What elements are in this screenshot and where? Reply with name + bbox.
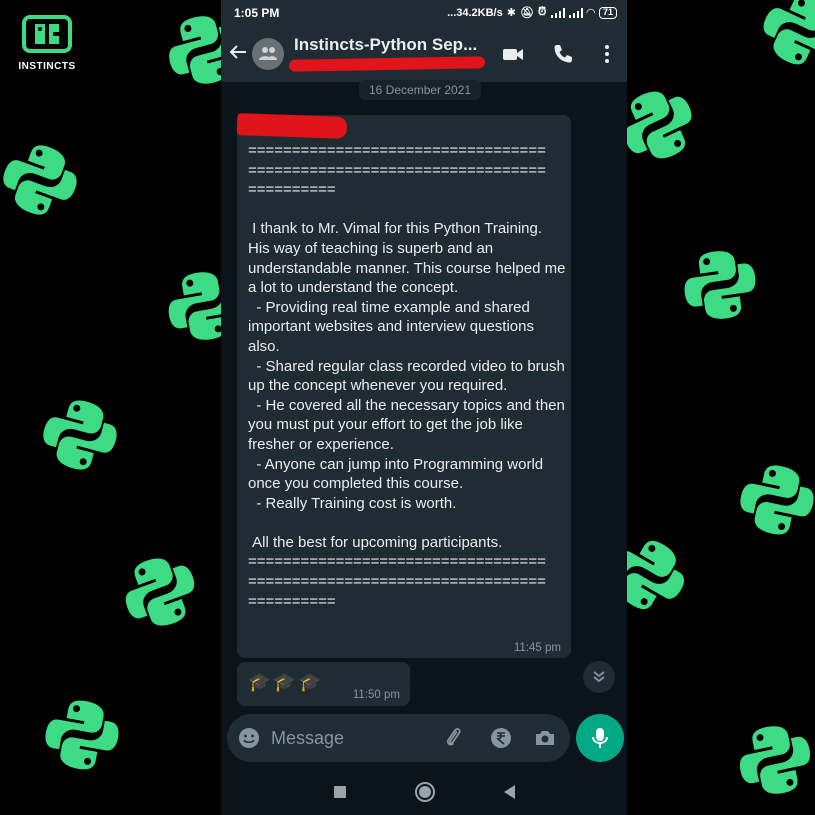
group-avatar[interactable] — [252, 38, 284, 70]
square-icon — [334, 786, 346, 798]
group-icon — [259, 47, 277, 60]
status-bar: 1:05 PM ...34.2KB/s ✱ 🔕︎ ⏰︎ ◠ 71 — [221, 0, 627, 26]
phone-screen: 1:05 PM ...34.2KB/s ✱ 🔕︎ ⏰︎ ◠ 71 Instinc… — [221, 0, 627, 815]
camera-icon — [536, 731, 554, 745]
status-icons: ...34.2KB/s ✱ 🔕︎ ⏰︎ ◠ 71 — [447, 6, 617, 19]
status-time: 1:05 PM — [234, 6, 280, 20]
mic-icon — [592, 728, 608, 748]
battery-icon: 71 — [598, 6, 617, 19]
redaction-mark — [288, 56, 486, 72]
triangle-back-icon — [504, 785, 515, 799]
videocam-icon — [503, 49, 523, 60]
date-divider: 16 December 2021 — [359, 80, 482, 100]
paperclip-icon — [446, 728, 461, 746]
signal-icon — [550, 7, 565, 18]
chat-title[interactable]: Instincts-Python Sep... — [294, 35, 477, 55]
python-logo-icon — [675, 240, 765, 330]
message-input[interactable] — [271, 724, 431, 752]
camera-button[interactable] — [533, 726, 557, 750]
emoji-button[interactable] — [237, 726, 261, 750]
scroll-to-bottom-button[interactable] — [583, 661, 615, 693]
emoji-icon — [239, 728, 259, 748]
python-logo-icon — [730, 453, 815, 548]
network-speed: ...34.2KB/s — [447, 6, 503, 19]
chat-header: Instincts-Python Sep... — [221, 26, 627, 82]
recents-button[interactable] — [328, 780, 352, 804]
wifi-icon: ◠ — [586, 7, 595, 19]
python-logo-icon — [31, 386, 129, 484]
system-back-button[interactable] — [498, 780, 522, 804]
message-composer — [227, 714, 570, 762]
rupee-icon — [491, 728, 511, 748]
payment-button[interactable] — [489, 726, 513, 750]
more-options-button[interactable] — [595, 42, 619, 66]
bluetooth-icon: ✱ — [506, 7, 516, 19]
phone-icon — [554, 45, 572, 63]
brand-name: INSTINCTS — [18, 61, 76, 72]
voice-call-button[interactable] — [551, 42, 575, 66]
double-chevron-down-icon — [593, 671, 605, 683]
message-time: 11:50 pm — [352, 689, 400, 701]
system-nav-bar — [221, 768, 627, 815]
brand-logo: INSTINCTS — [8, 14, 86, 72]
python-logo-icon — [747, 0, 815, 83]
screenshot-stage: INSTINCTS 1:05 PM ...34.2KB/s ✱ 🔕︎ ⏰︎ ◠ … — [0, 0, 815, 815]
circle-icon — [415, 782, 435, 802]
signal-icon — [568, 7, 583, 18]
redaction-mark — [236, 113, 348, 139]
graduation-cap-emoji: 🎓🎓🎓 — [248, 672, 325, 692]
message-bubble[interactable]: 🎓🎓🎓 11:50 pm — [237, 662, 410, 706]
home-button[interactable] — [413, 780, 437, 804]
python-logo-icon — [0, 129, 91, 232]
message-time: 11:45 pm — [513, 642, 561, 654]
more-vert-icon — [605, 45, 609, 63]
alarm-icon: ⏰︎ — [537, 6, 547, 18]
brand-mark-icon — [22, 15, 72, 53]
video-call-button[interactable] — [501, 42, 525, 66]
python-logo-icon — [728, 713, 815, 808]
python-logo-icon — [109, 541, 212, 644]
message-text: ================================== =====… — [248, 142, 566, 610]
python-logo-icon — [36, 689, 129, 782]
message-bubble[interactable]: ================================== =====… — [236, 113, 571, 658]
arrow-left-icon — [229, 45, 246, 59]
attach-button[interactable] — [442, 726, 466, 750]
mute-icon: 🔕︎ — [519, 7, 534, 19]
back-button[interactable] — [227, 42, 249, 64]
voice-message-button[interactable] — [576, 714, 624, 762]
